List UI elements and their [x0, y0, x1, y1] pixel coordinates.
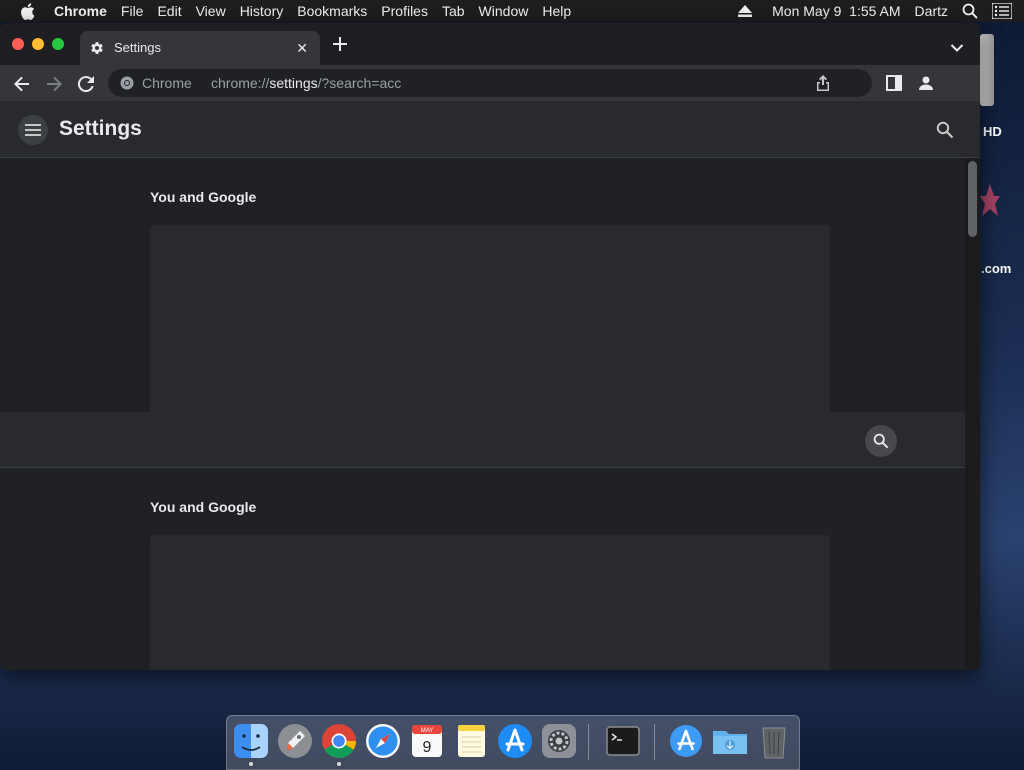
menu-user[interactable]: Dartz — [915, 3, 948, 19]
desktop-file-label[interactable]: .com — [981, 261, 1011, 276]
finder-icon[interactable] — [232, 722, 270, 760]
app-store-icon[interactable] — [496, 722, 534, 760]
chevron-down-icon[interactable] — [950, 40, 964, 58]
calendar-icon[interactable]: MAY 9 — [408, 722, 446, 760]
calendar-month: MAY — [421, 728, 434, 734]
reload-icon[interactable] — [76, 74, 96, 94]
running-indicator — [337, 762, 341, 766]
terminal-icon[interactable] — [604, 722, 642, 760]
settings-card — [150, 225, 830, 412]
search-icon[interactable] — [962, 3, 978, 19]
list-icon[interactable] — [992, 3, 1012, 19]
dock-separator — [588, 724, 589, 760]
page-title: Settings — [59, 117, 142, 140]
scrollbar-thumb[interactable] — [968, 161, 977, 237]
menu-history[interactable]: History — [240, 3, 284, 19]
running-indicator — [249, 762, 253, 766]
section-title: You and Google — [150, 189, 257, 205]
menu-view[interactable]: View — [196, 3, 226, 19]
side-panel-icon[interactable] — [886, 75, 902, 91]
eject-icon[interactable] — [738, 5, 753, 17]
system-preferences-icon[interactable] — [540, 722, 578, 760]
browser-toolbar: Chrome chrome://settings/?search=acc — [0, 65, 980, 101]
profile-icon[interactable] — [918, 75, 934, 91]
menu-edit[interactable]: Edit — [157, 3, 181, 19]
address-bar[interactable]: Chrome chrome://settings/?search=acc — [108, 69, 872, 97]
menu-tab[interactable]: Tab — [442, 3, 465, 19]
menu-bookmarks[interactable]: Bookmarks — [297, 3, 367, 19]
search-icon[interactable] — [936, 121, 954, 139]
menu-help[interactable]: Help — [542, 3, 571, 19]
trash-icon[interactable] — [755, 722, 793, 760]
menu-clock[interactable]: Mon May 9 1:55 AM — [772, 3, 900, 19]
menu-bar: Chrome File Edit View History Bookmarks … — [0, 0, 1024, 22]
hamburger-icon[interactable] — [18, 115, 48, 145]
minimize-window-button[interactable] — [32, 38, 44, 50]
back-arrow-icon[interactable] — [12, 74, 32, 94]
dock: MAY 9 — [226, 715, 800, 770]
hard-drive-icon[interactable] — [980, 34, 994, 106]
desktop-file-icon[interactable] — [980, 180, 1000, 230]
gear-icon — [91, 42, 103, 54]
menu-app-name[interactable]: Chrome — [54, 3, 107, 19]
dock-separator — [654, 724, 655, 760]
zoom-window-button[interactable] — [52, 38, 64, 50]
search-icon[interactable] — [865, 425, 897, 457]
settings-content: You and Google You and Google — [0, 158, 980, 670]
chrome-icon[interactable] — [320, 722, 358, 760]
section-title: You and Google — [150, 499, 257, 515]
notes-icon[interactable] — [452, 722, 490, 760]
menu-file[interactable]: File — [121, 3, 144, 19]
search-strip — [0, 412, 965, 468]
safari-icon[interactable] — [364, 722, 402, 760]
tab-title: Settings — [114, 40, 161, 55]
downloads-folder-icon[interactable] — [711, 722, 749, 760]
settings-header: Settings — [0, 101, 980, 158]
launchpad-icon[interactable] — [276, 722, 314, 760]
address-url: chrome://settings/?search=acc — [211, 75, 402, 91]
close-tab-button[interactable]: ✕ — [296, 40, 308, 57]
tab-settings[interactable]: Settings ✕ — [80, 31, 320, 65]
desktop-drive-label[interactable]: HD — [983, 124, 1002, 139]
menu-profiles[interactable]: Profiles — [381, 3, 428, 19]
chrome-window: Settings ✕ Chrome chrome://settings/?sea… — [0, 23, 980, 670]
settings-card — [150, 535, 830, 670]
apple-icon[interactable] — [20, 0, 38, 22]
calendar-day: 9 — [423, 739, 432, 756]
address-scheme-label: Chrome — [142, 75, 192, 91]
close-window-button[interactable] — [12, 38, 24, 50]
chrome-icon — [120, 76, 134, 90]
applications-folder-icon[interactable] — [667, 722, 705, 760]
menu-window[interactable]: Window — [479, 3, 529, 19]
forward-arrow-icon[interactable] — [44, 74, 64, 94]
new-tab-button[interactable] — [331, 35, 349, 53]
share-icon[interactable] — [816, 75, 830, 91]
tab-strip: Settings ✕ — [0, 23, 980, 65]
